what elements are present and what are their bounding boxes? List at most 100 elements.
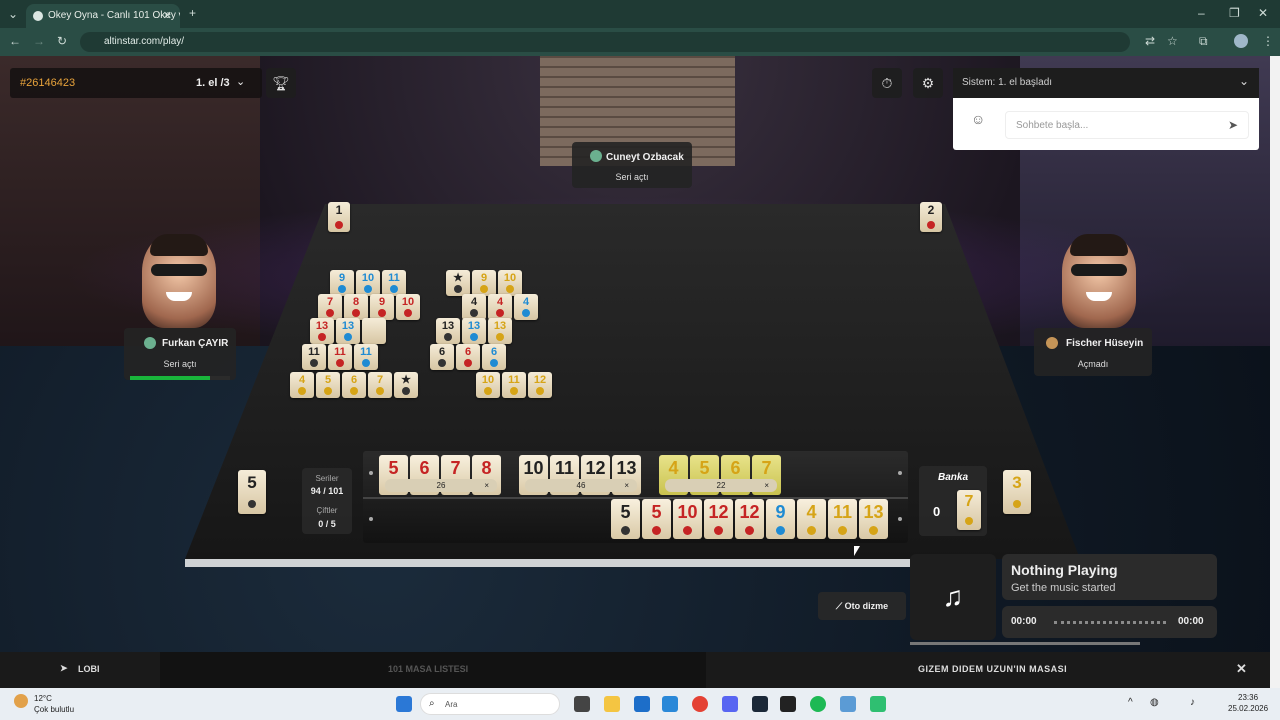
browser-tab[interactable]: Okey Oyna - Canlı 101 Okey ve ✕ xyxy=(26,4,180,28)
split-group-icon[interactable]: × xyxy=(624,479,629,492)
epic-games-icon[interactable] xyxy=(780,696,796,712)
settings-app-icon[interactable] xyxy=(840,696,856,712)
group-sum: 46 xyxy=(576,481,586,490)
round-selector[interactable]: 1. el /3 xyxy=(196,77,230,89)
new-tab-icon[interactable]: + xyxy=(189,6,196,20)
rack-tile[interactable]: 13 xyxy=(859,499,888,539)
settings-gear-icon[interactable]: ⚙︎ xyxy=(913,68,943,98)
auto-sort-label: Oto dizme xyxy=(844,601,889,611)
tile-number: 9 xyxy=(378,296,386,308)
lobby-button[interactable]: ➤ LOBI xyxy=(0,652,160,688)
tile-dot-icon xyxy=(344,333,352,341)
tile-dot-icon xyxy=(298,387,306,395)
forward-icon[interactable]: → xyxy=(33,34,45,48)
send-icon[interactable]: ➤ xyxy=(1228,118,1238,132)
tile-number: 10 xyxy=(503,272,517,284)
tab-list-icon[interactable]: ⌄ xyxy=(8,7,18,21)
music-seek-bar[interactable] xyxy=(1054,621,1166,624)
tile-dot-icon xyxy=(490,359,498,367)
page-scrollbar[interactable] xyxy=(1270,56,1280,688)
rack-tile[interactable]: 10 xyxy=(673,499,702,539)
trophy-icon[interactable]: 🏆︎ xyxy=(266,68,296,98)
extensions-icon[interactable]: ⧉ xyxy=(1199,34,1208,49)
spotify-icon[interactable] xyxy=(810,696,826,712)
right-indicator-tile[interactable]: 3 xyxy=(1003,470,1031,514)
top-player-card[interactable]: Cuneyt Ozbacak Seri açtı xyxy=(572,142,692,188)
chat-collapse-icon[interactable]: ⌄ xyxy=(1239,74,1249,88)
tile-dot-icon xyxy=(652,526,661,535)
translate-icon[interactable]: ⇄ xyxy=(1145,34,1155,48)
split-group-icon[interactable]: × xyxy=(484,479,489,492)
bank-tile[interactable]: 7 xyxy=(957,490,981,530)
bookmark-star-icon[interactable]: ☆ xyxy=(1167,34,1178,48)
window-close-icon[interactable]: ✕ xyxy=(1258,6,1268,20)
back-icon[interactable]: ← xyxy=(9,34,21,48)
discord-icon[interactable] xyxy=(722,696,738,712)
site-favicon-icon xyxy=(33,11,43,21)
chrome-icon[interactable] xyxy=(692,696,708,712)
tray-chevron-icon[interactable]: ^ xyxy=(1128,697,1133,708)
steam-icon[interactable] xyxy=(752,696,768,712)
left-indicator-tile[interactable]: 5 xyxy=(238,470,266,514)
clock-date[interactable]: 25.02.2026 xyxy=(1228,704,1268,713)
windows-start-icon[interactable] xyxy=(396,696,412,712)
chat-header[interactable]: Sistem: 1. el başladı ⌄ xyxy=(953,68,1259,98)
tile-number: 6 xyxy=(730,458,741,478)
music-scrollbar[interactable] xyxy=(910,642,1140,645)
tile-number: 9 xyxy=(338,272,346,284)
tile-dot-icon xyxy=(310,359,318,367)
split-group-icon[interactable]: × xyxy=(764,479,769,492)
navigate-icon: ➤ xyxy=(60,663,68,673)
close-room-icon[interactable]: ✕ xyxy=(1236,661,1247,677)
rack-tile[interactable]: 5 xyxy=(611,499,640,539)
group-sum-bar: 22 × xyxy=(665,479,777,492)
rack-tile[interactable]: 9 xyxy=(766,499,795,539)
tile-number: 6 xyxy=(419,458,430,478)
chat-input[interactable]: Sohbete başla... ➤ xyxy=(1005,111,1249,139)
outlook-icon[interactable] xyxy=(662,696,678,712)
seat-number-2: 2 xyxy=(927,203,935,217)
left-player-card[interactable]: Furkan ÇAYIR Seri açtı xyxy=(124,328,236,380)
tile-number: 13 xyxy=(467,320,481,332)
url-field[interactable]: altinstar.com/play/ xyxy=(80,32,1130,52)
app-icon[interactable] xyxy=(870,696,886,712)
volume-icon[interactable]: ♪ xyxy=(1190,697,1195,708)
tile-number: 10 xyxy=(401,296,415,308)
tile-number: ★ xyxy=(401,374,411,386)
table-tile: 11 xyxy=(328,344,352,370)
store-icon[interactable] xyxy=(634,696,650,712)
network-icon[interactable]: ◍ xyxy=(1150,697,1159,708)
chevron-down-icon[interactable]: ⌄ xyxy=(236,75,245,88)
table-tile: 13 xyxy=(488,318,512,344)
clock-time[interactable]: 23:36 xyxy=(1238,693,1258,702)
tile-number: 6 xyxy=(464,346,472,358)
taskbar-search[interactable]: ⌕ Ara xyxy=(420,693,560,715)
browser-menu-icon[interactable]: ⋮ xyxy=(1262,34,1274,48)
bank-label: Banka xyxy=(937,472,968,483)
emoji-icon[interactable]: ☺ xyxy=(971,111,985,127)
browser-tab-strip: ⌄ Okey Oyna - Canlı 101 Okey ve ✕ + – ❐ … xyxy=(0,0,1280,28)
tile-dot-icon xyxy=(464,359,472,367)
tile-dot-icon xyxy=(496,333,504,341)
profile-avatar-icon[interactable] xyxy=(1234,34,1248,48)
reload-icon[interactable]: ↻ xyxy=(57,34,67,48)
weather-icon[interactable] xyxy=(14,694,28,708)
rack-tile[interactable]: 5 xyxy=(642,499,671,539)
tile-number: 4 xyxy=(522,296,530,308)
file-explorer-icon[interactable] xyxy=(604,696,620,712)
music-progress-row: 00:00 00:00 xyxy=(1002,606,1217,638)
minimize-icon[interactable]: – xyxy=(1198,6,1205,20)
auto-sort-button[interactable]: ⟋ Oto dizme xyxy=(818,592,906,620)
rack-tile[interactable]: 12 xyxy=(735,499,764,539)
rack-tile[interactable]: 11 xyxy=(828,499,857,539)
right-player-card[interactable]: Fischer Hüseyin Açmadı xyxy=(1034,328,1152,376)
tile-dot-icon xyxy=(350,387,358,395)
table-tile xyxy=(362,318,386,344)
task-view-icon[interactable] xyxy=(574,696,590,712)
maximize-icon[interactable]: ❐ xyxy=(1229,6,1240,20)
table-list-label[interactable]: 101 MASA LISTESI xyxy=(388,664,468,674)
timer-icon[interactable]: ⏱︎ xyxy=(872,68,902,98)
rack-tile[interactable]: 4 xyxy=(797,499,826,539)
rack-tile[interactable]: 12 xyxy=(704,499,733,539)
close-tab-icon[interactable]: ✕ xyxy=(163,9,172,22)
